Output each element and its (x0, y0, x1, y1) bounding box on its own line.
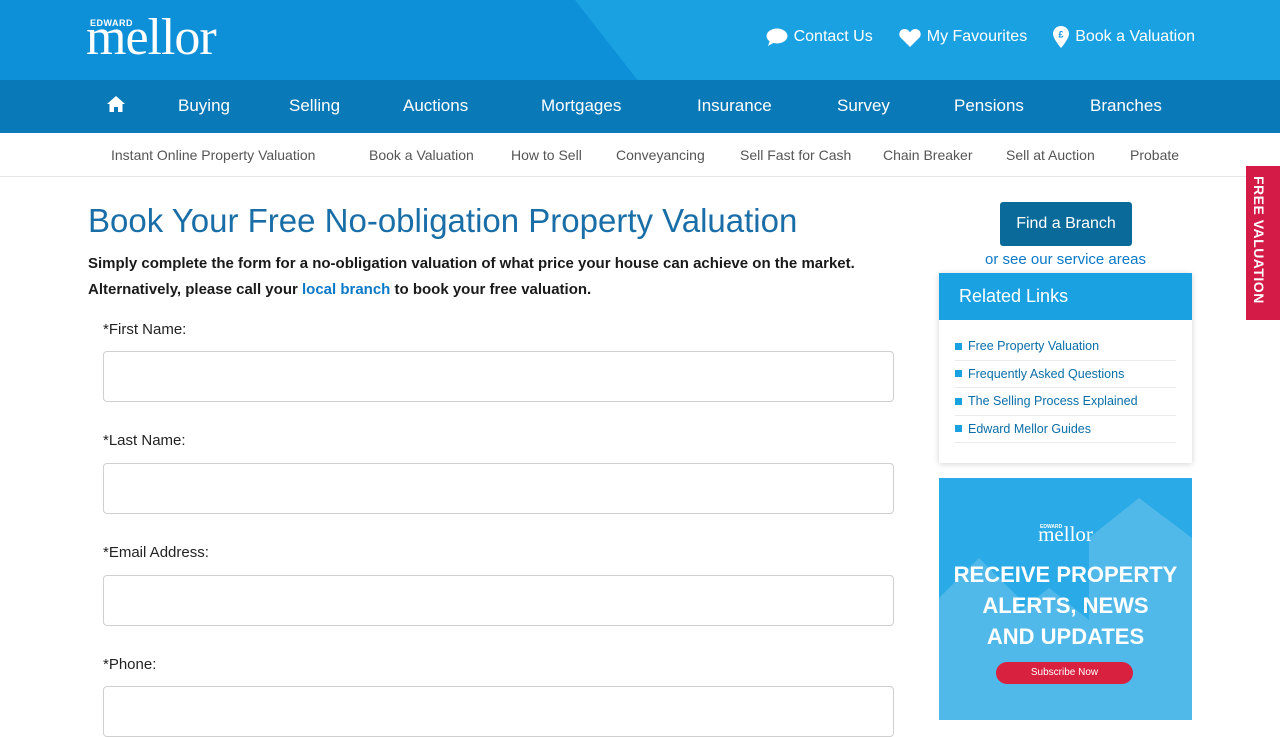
free-valuation-tab-label: FREE VALUATION (1251, 176, 1267, 304)
promo-headline-line: RECEIVE PROPERTY (953, 562, 1178, 587)
site-logo[interactable]: EDWARD mellor (86, 9, 256, 68)
top-links: Contact Us My Favourites £ Book a Valuat… (766, 26, 1195, 48)
related-link-label: Frequently Asked Questions (968, 366, 1125, 381)
nav-auctions[interactable]: Auctions (403, 80, 468, 133)
sub-navigation: Instant Online Property Valuation Book a… (0, 133, 1280, 177)
first-name-field[interactable] (103, 351, 894, 402)
logo-wordmark: mellor (86, 9, 217, 66)
nav-insurance[interactable]: Insurance (697, 80, 772, 133)
page-title: Book Your Free No-obligation Property Va… (88, 202, 798, 239)
related-link-item[interactable]: Frequently Asked Questions (955, 361, 1176, 388)
main-navigation: Buying Selling Auctions Mortgages Insura… (0, 80, 1280, 133)
promo-headline-line: AND UPDATES (986, 624, 1145, 649)
related-link-item[interactable]: Free Property Valuation (955, 333, 1176, 361)
nav-branches[interactable]: Branches (1090, 80, 1162, 133)
promo-headline: RECEIVE PROPERTY ALERTS, NEWS AND UPDATE… (939, 559, 1192, 652)
related-links-title: Related Links (939, 273, 1192, 320)
free-valuation-tab[interactable]: FREE VALUATION (1246, 166, 1280, 320)
related-link-label: Free Property Valuation (968, 339, 1100, 354)
book-valuation-label: Book a Valuation (1075, 28, 1195, 45)
email-address-field[interactable] (103, 575, 894, 626)
nav-buying[interactable]: Buying (178, 80, 230, 133)
email-address-label: *Email Address: (103, 544, 209, 561)
subnav-probate[interactable]: Probate (1130, 147, 1179, 163)
subnav-sell-at-auction[interactable]: Sell at Auction (1006, 147, 1095, 163)
related-link-label: Edward Mellor Guides (968, 421, 1091, 436)
pound-pin-icon: £ (1053, 26, 1070, 48)
nav-survey[interactable]: Survey (837, 80, 890, 133)
phone-label: *Phone: (103, 656, 157, 673)
heart-icon (899, 28, 921, 47)
my-favourites-link[interactable]: My Favourites (899, 28, 1027, 47)
subscribe-now-button[interactable]: Subscribe Now (996, 662, 1133, 684)
related-link-item[interactable]: The Selling Process Explained (955, 388, 1176, 416)
related-links-panel: Related Links Free Property Valuation Fr… (939, 273, 1192, 463)
intro-line-1: Simply complete the form for a no-obliga… (88, 255, 855, 272)
property-alerts-banner[interactable]: EDWARD mellor RECEIVE PROPERTY ALERTS, N… (939, 478, 1192, 720)
intro-line-2-prefix: Alternatively, please call your (88, 281, 302, 298)
local-branch-link[interactable]: local branch (302, 281, 390, 298)
subnav-chain-breaker[interactable]: Chain Breaker (883, 147, 973, 163)
contact-us-link[interactable]: Contact Us (766, 28, 873, 46)
promo-headline-line: ALERTS, NEWS (982, 593, 1149, 618)
subnav-conveyancing[interactable]: Conveyancing (616, 147, 705, 163)
related-link-item[interactable]: Edward Mellor Guides (955, 416, 1176, 443)
first-name-label: *First Name: (103, 321, 187, 338)
svg-text:£: £ (1059, 30, 1064, 40)
promo-logo: EDWARD mellor (939, 522, 1192, 547)
subnav-book-valuation[interactable]: Book a Valuation (369, 147, 474, 163)
subnav-sell-fast-for-cash[interactable]: Sell Fast for Cash (740, 147, 851, 163)
my-favourites-label: My Favourites (926, 28, 1028, 45)
intro-text: Simply complete the form for a no-obliga… (88, 251, 908, 303)
book-valuation-link[interactable]: £ Book a Valuation (1053, 26, 1195, 48)
site-header: EDWARD mellor Contact Us My Favourites £… (0, 0, 1280, 80)
square-bullet-icon (955, 370, 962, 378)
square-bullet-icon (955, 342, 962, 350)
nav-mortgages[interactable]: Mortgages (541, 80, 621, 133)
related-link-label: The Selling Process Explained (968, 394, 1138, 409)
last-name-field[interactable] (103, 463, 894, 514)
speech-bubble-icon (766, 28, 788, 46)
contact-us-label: Contact Us (793, 28, 873, 45)
intro-line-2-suffix: to book your free valuation. (390, 281, 592, 298)
subnav-instant-valuation[interactable]: Instant Online Property Valuation (111, 147, 315, 163)
square-bullet-icon (955, 425, 962, 433)
square-bullet-icon (955, 397, 962, 405)
nav-selling[interactable]: Selling (289, 80, 340, 133)
phone-field[interactable] (103, 686, 894, 737)
intro-line-2: Alternatively, please call your local br… (88, 277, 908, 303)
related-links-list: Free Property Valuation Frequently Asked… (939, 320, 1192, 443)
subnav-how-to-sell[interactable]: How to Sell (511, 147, 582, 163)
home-icon[interactable] (106, 95, 126, 118)
last-name-label: *Last Name: (103, 432, 186, 449)
nav-pensions[interactable]: Pensions (954, 80, 1024, 133)
promo-logo-small: EDWARD (1040, 524, 1063, 530)
service-areas-link[interactable]: or see our service areas (939, 251, 1192, 268)
find-a-branch-button[interactable]: Find a Branch (1000, 202, 1132, 246)
